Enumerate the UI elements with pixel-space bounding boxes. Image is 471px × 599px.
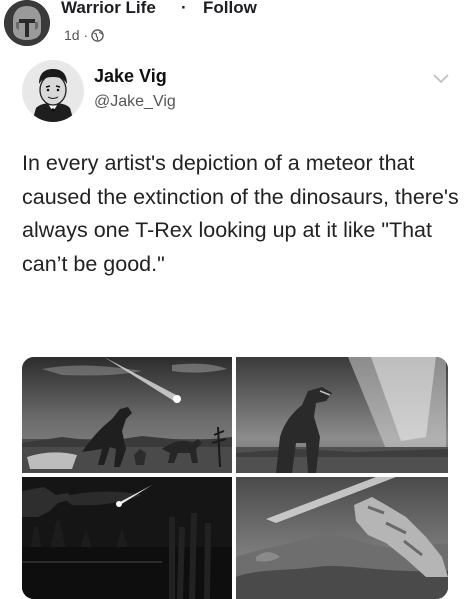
dot-separator: · xyxy=(181,0,187,17)
t-rex-meteor-image-1[interactable] xyxy=(22,357,232,473)
follow-button[interactable]: Follow xyxy=(203,0,257,18)
post-timestamp[interactable]: 1d · xyxy=(64,27,88,43)
t-rex-meteor-image-4[interactable] xyxy=(236,477,448,599)
chevron-down-icon[interactable] xyxy=(432,72,450,86)
globe-icon xyxy=(91,28,104,42)
tweet-card: Jake Vig @Jake_Vig In every artist's dep… xyxy=(0,50,471,599)
post-meta: 1d · xyxy=(64,27,104,43)
media-grid xyxy=(22,357,448,599)
t-rex-meteor-image-3[interactable] xyxy=(22,477,232,599)
author-handle[interactable]: @Jake_Vig xyxy=(94,93,176,111)
facebook-post-header: Warrior Life · Follow 1d · xyxy=(0,0,471,50)
author-avatar[interactable] xyxy=(22,60,84,122)
page-avatar[interactable] xyxy=(4,0,50,46)
author-name[interactable]: Jake Vig xyxy=(94,66,167,87)
t-rex-meteor-image-2[interactable] xyxy=(236,357,448,473)
tweet-text: In every artist's depiction of a meteor … xyxy=(22,151,459,276)
page-name[interactable]: Warrior Life xyxy=(61,0,156,18)
